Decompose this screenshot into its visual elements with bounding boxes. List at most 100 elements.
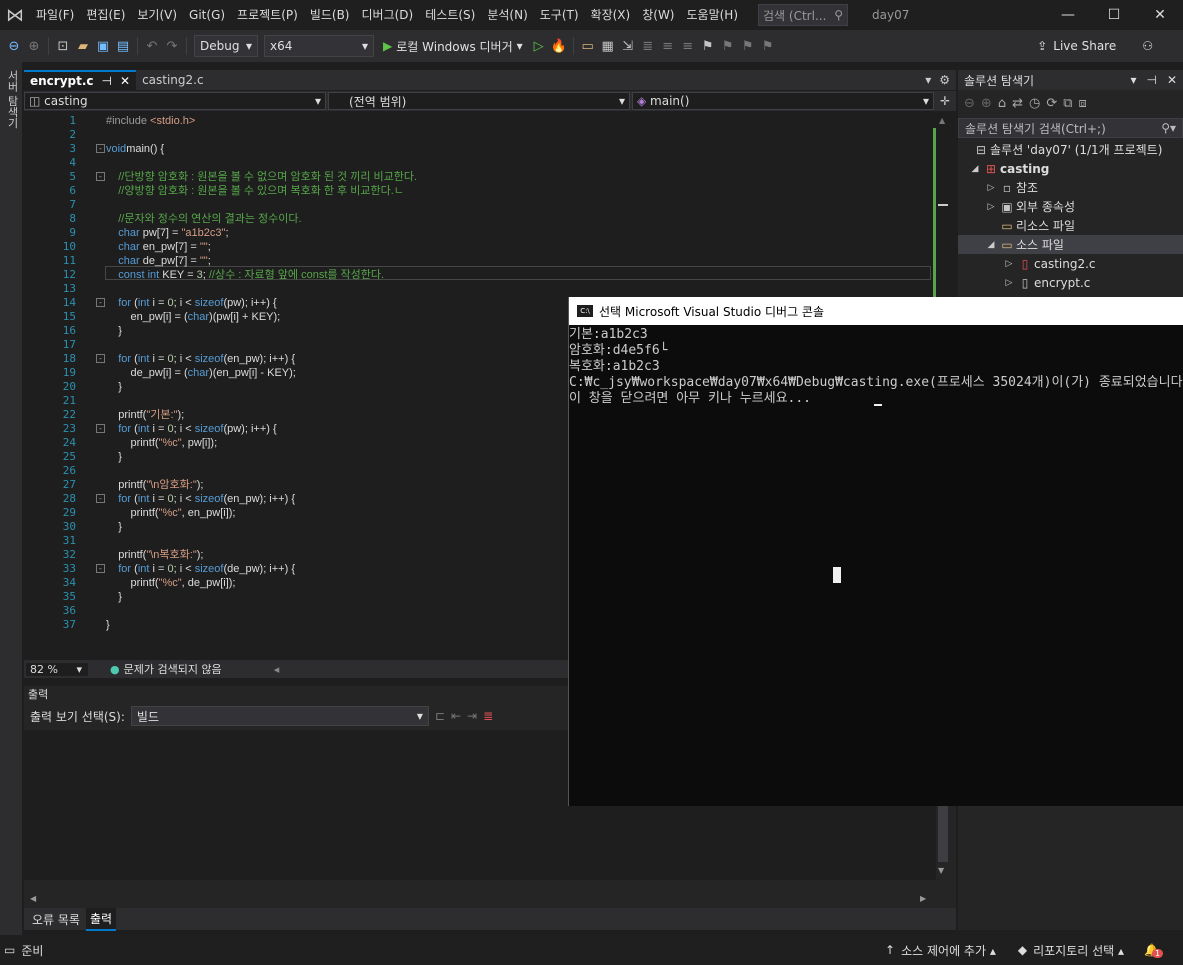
- open-folder-icon[interactable]: ▰: [73, 39, 93, 54]
- collapse-arrow-icon[interactable]: ▷: [1002, 278, 1016, 288]
- server-explorer-tab[interactable]: 서버 탐색기: [2, 70, 20, 129]
- tab-output[interactable]: 출력: [85, 907, 117, 931]
- pending-changes-icon[interactable]: ◷: [1029, 96, 1040, 111]
- tab-error-list[interactable]: 오류 목록: [28, 909, 84, 930]
- menu-item[interactable]: 확장(X): [585, 0, 637, 30]
- step-icon[interactable]: ⇲: [618, 39, 638, 54]
- tree-solution[interactable]: ⊟ 솔루션 'day07' (1/1개 프로젝트): [958, 140, 1183, 159]
- uncomment-icon[interactable]: ≡: [678, 39, 698, 54]
- window-layout-icon[interactable]: ▦: [598, 39, 618, 54]
- tree-project[interactable]: ◢ ⊞ casting: [958, 159, 1183, 178]
- fold-toggle-icon[interactable]: -: [96, 172, 105, 181]
- run-debugger-button[interactable]: ▶ 로컬 Windows 디버거 ▾: [383, 38, 523, 55]
- scroll-up-icon[interactable]: ▲: [939, 116, 947, 126]
- undo-icon[interactable]: ↶: [142, 39, 162, 54]
- chevron-down-icon[interactable]: ▾: [1130, 73, 1136, 87]
- split-editor-icon[interactable]: ✛: [940, 94, 950, 108]
- output-horizontal-scrollbar[interactable]: ◀ ▶: [24, 892, 936, 906]
- menu-item[interactable]: 편집(E): [80, 0, 131, 30]
- menu-item[interactable]: 창(W): [636, 0, 680, 30]
- close-icon[interactable]: ✕: [120, 74, 130, 88]
- collapse-arrow-icon[interactable]: ▷: [984, 202, 998, 212]
- live-share-button[interactable]: ⇪ Live Share ⚇: [1037, 39, 1153, 53]
- console-output[interactable]: 기본:a1b2c3 암호화:d4e5f6└ 복호화:a1b2c3 C:₩c_js…: [569, 325, 1183, 806]
- menu-item[interactable]: 분석(N): [481, 0, 533, 30]
- output-source-dropdown[interactable]: 빌드 ▾: [130, 706, 429, 726]
- collapse-arrow-icon[interactable]: ▷: [1002, 259, 1016, 269]
- fold-toggle-icon[interactable]: -: [96, 494, 105, 503]
- menu-item[interactable]: 파일(F): [30, 0, 80, 30]
- menu-item[interactable]: 디버그(D): [356, 0, 420, 30]
- start-without-debug-icon[interactable]: ▷: [529, 39, 549, 54]
- forward-icon[interactable]: ⊕: [981, 96, 992, 111]
- next-bookmark-icon[interactable]: ⚑: [738, 39, 758, 54]
- browse-icon[interactable]: ▭: [578, 39, 598, 54]
- sync-icon[interactable]: ⟳: [1046, 96, 1057, 111]
- hot-reload-icon[interactable]: 🔥: [549, 39, 569, 54]
- menu-item[interactable]: 도구(T): [534, 0, 585, 30]
- save-icon[interactable]: ▣: [93, 39, 113, 54]
- project-dropdown[interactable]: ◫ casting ▾: [24, 92, 326, 110]
- prev-message-icon[interactable]: ⇤: [451, 709, 461, 723]
- tree-source-files[interactable]: ◢ ▭ 소스 파일: [958, 235, 1183, 254]
- menu-item[interactable]: 도움말(H): [681, 0, 745, 30]
- next-message-icon[interactable]: ⇥: [467, 709, 477, 723]
- show-all-files-icon[interactable]: ⧈: [1079, 96, 1087, 111]
- console-title-bar[interactable]: C:\ 선택 Microsoft Visual Studio 디버그 콘솔: [569, 297, 1183, 325]
- expand-arrow-icon[interactable]: ◢: [984, 240, 998, 250]
- redo-icon[interactable]: ↷: [162, 39, 182, 54]
- clear-all-icon[interactable]: ≣: [483, 709, 493, 723]
- fold-toggle-icon[interactable]: -: [96, 144, 105, 153]
- back-icon[interactable]: ⊖: [964, 96, 975, 111]
- add-to-source-control-button[interactable]: 소스 제어에 추가 ▴: [901, 942, 996, 959]
- home-icon[interactable]: ⌂: [998, 96, 1006, 111]
- notifications-bell-icon[interactable]: 🔔 1: [1144, 943, 1164, 958]
- search-box[interactable]: 검색 (Ctrl... ⚲: [758, 4, 849, 26]
- scroll-right-icon[interactable]: ▶: [920, 894, 926, 903]
- back-icon[interactable]: ⊖: [4, 39, 24, 54]
- fold-toggle-icon[interactable]: -: [96, 564, 105, 573]
- debug-console-window[interactable]: C:\ 선택 Microsoft Visual Studio 디버그 콘솔 기본…: [568, 297, 1183, 806]
- minimize-button[interactable]: —: [1045, 0, 1091, 30]
- save-all-icon[interactable]: ▤: [113, 39, 133, 54]
- config-dropdown[interactable]: Debug ▾: [194, 35, 258, 57]
- fold-toggle-icon[interactable]: -: [96, 298, 105, 307]
- tree-file-encrypt[interactable]: ▷ ▯ encrypt.c: [958, 273, 1183, 292]
- forward-icon[interactable]: ⊕: [24, 39, 44, 54]
- bookmark-icon[interactable]: ⚑: [698, 39, 718, 54]
- tree-references[interactable]: ▷ ▫ 참조: [958, 178, 1183, 197]
- new-project-icon[interactable]: ⊡: [53, 39, 73, 54]
- collapse-arrow-icon[interactable]: ▷: [984, 183, 998, 193]
- member-dropdown[interactable]: ◈ main() ▾: [632, 92, 934, 110]
- comment-icon[interactable]: ≡: [658, 39, 678, 54]
- scroll-down-icon[interactable]: ▼: [938, 866, 944, 875]
- switch-views-icon[interactable]: ⇄: [1012, 96, 1023, 111]
- tab-list-chevron-icon[interactable]: ▾: [925, 73, 931, 87]
- scroll-left-icon[interactable]: ◀: [30, 894, 36, 903]
- scroll-left-icon[interactable]: ◂: [274, 663, 280, 676]
- platform-dropdown[interactable]: x64 ▾: [264, 35, 374, 57]
- scope-dropdown[interactable]: (전역 범위) ▾: [328, 92, 630, 110]
- settings-gear-icon[interactable]: ⚙: [939, 73, 950, 87]
- close-window-button[interactable]: ✕: [1137, 0, 1183, 30]
- expand-arrow-icon[interactable]: ◢: [968, 164, 982, 174]
- fold-toggle-icon[interactable]: -: [96, 424, 105, 433]
- menu-item[interactable]: Git(G): [183, 0, 231, 30]
- find-message-icon[interactable]: ⊏: [435, 709, 445, 723]
- collapse-all-icon[interactable]: ⧉: [1063, 96, 1072, 111]
- problems-status[interactable]: 문제가 검색되지 않음: [124, 661, 222, 677]
- pin-icon[interactable]: ⊣: [1146, 73, 1156, 87]
- tree-external-deps[interactable]: ▷ ▣ 외부 종속성: [958, 197, 1183, 216]
- tree-resource-files[interactable]: ▭ 리소스 파일: [958, 216, 1183, 235]
- menu-item[interactable]: 프로젝트(P): [231, 0, 304, 30]
- clear-bookmarks-icon[interactable]: ⚑: [758, 39, 778, 54]
- zoom-dropdown[interactable]: 82 % ▾: [26, 662, 88, 676]
- maximize-button[interactable]: ☐: [1091, 0, 1137, 30]
- select-repository-button[interactable]: 리포지토리 선택 ▴: [1033, 942, 1124, 959]
- tab-casting2[interactable]: casting2.c: [136, 70, 236, 90]
- feedback-icon[interactable]: ⚇: [1142, 39, 1153, 53]
- pin-icon[interactable]: ⊣: [102, 74, 112, 88]
- solution-search-input[interactable]: 솔루션 탐색기 검색(Ctrl+;) ⚲▾: [958, 118, 1183, 138]
- menu-item[interactable]: 보기(V): [131, 0, 183, 30]
- tree-file-casting2[interactable]: ▷ ▯ casting2.c: [958, 254, 1183, 273]
